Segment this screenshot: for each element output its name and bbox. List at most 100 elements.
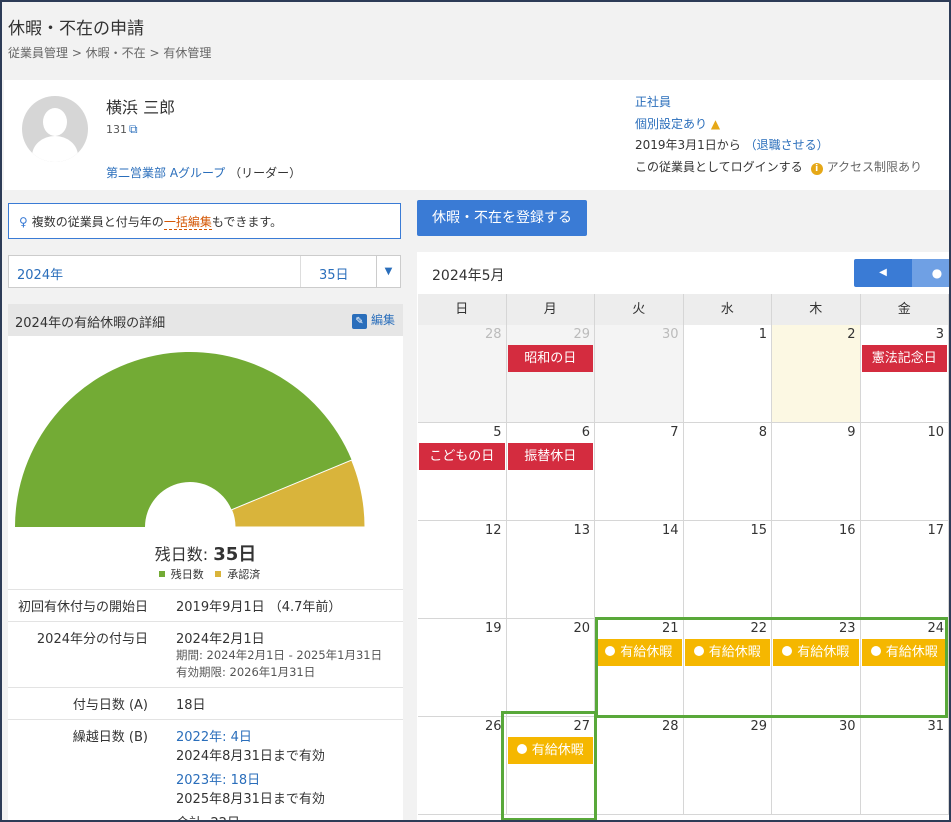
- calendar-day-cell[interactable]: 9: [772, 423, 861, 521]
- employee-department: 第二営業部 Aグループ （リーダー）: [106, 164, 301, 181]
- breadcrumb[interactable]: 従業員管理 > 休暇・不在 > 有休管理: [8, 44, 211, 61]
- year-selector[interactable]: 2024年 35日 ▼: [8, 255, 401, 288]
- custom-setting-link[interactable]: 個別設定あり: [635, 117, 707, 131]
- carry-2023-link[interactable]: 2023年: 18日: [176, 769, 403, 788]
- paid-leave-event[interactable]: 有給休暇: [684, 639, 770, 666]
- day-number: 17: [927, 523, 944, 538]
- calendar-day-cell[interactable]: 24 有給休暇: [860, 619, 949, 717]
- grant-date-label: 2024年分の付与日: [8, 621, 176, 688]
- calendar-day-cell[interactable]: 30: [595, 325, 684, 423]
- day-number: 2: [847, 327, 856, 342]
- edit-button[interactable]: ✎ 編集: [351, 311, 395, 329]
- avatar-head-shape: [43, 108, 67, 136]
- register-leave-button[interactable]: 休暇・不在を登録する: [417, 200, 587, 236]
- calendar-day-cell[interactable]: 23 有給休暇: [772, 619, 861, 717]
- holiday-event[interactable]: 振替休日: [507, 443, 593, 470]
- carry-days-label: 繰越日数 (B): [8, 719, 176, 820]
- paid-leave-event[interactable]: 有給休暇: [507, 737, 593, 764]
- paid-leave-event[interactable]: 有給休暇: [596, 639, 682, 666]
- weekday-header: 金: [860, 294, 949, 325]
- carry-2022-link[interactable]: 2022年: 4日: [176, 726, 403, 745]
- day-number: 20: [573, 621, 590, 636]
- day-number: 3: [935, 327, 944, 342]
- calendar-day-cell[interactable]: 13: [506, 521, 595, 619]
- paid-leave-event[interactable]: 有給休暇: [861, 639, 947, 666]
- calendar-day-cell[interactable]: 22 有給休暇: [683, 619, 772, 717]
- calendar-day-cell[interactable]: 15: [683, 521, 772, 619]
- calendar-day-cell[interactable]: 2: [772, 325, 861, 423]
- status-dot-icon: [870, 646, 881, 656]
- avatar: [22, 96, 88, 162]
- day-number: 21: [661, 621, 679, 636]
- day-number: 28: [661, 719, 679, 734]
- carry-days-cell: 2022年: 4日 2024年8月31日まで有効 2023年: 18日 2025…: [176, 719, 403, 820]
- table-row: 付与日数 (A) 18日: [8, 687, 403, 720]
- employee-id: 131 ⧉: [106, 122, 138, 137]
- calendar-day-cell[interactable]: 5 こどもの日: [418, 423, 507, 521]
- employee-role: （リーダー）: [229, 166, 302, 180]
- chevron-down-icon[interactable]: ▼: [376, 256, 400, 287]
- weekday-header: 火: [595, 294, 684, 325]
- bulk-edit-link[interactable]: 一括編集: [163, 215, 212, 230]
- day-number: 29: [573, 327, 590, 342]
- employee-id-value: 131: [106, 123, 127, 136]
- calendar-day-cell[interactable]: 10: [860, 423, 949, 521]
- calendar-day-cell[interactable]: 14: [595, 521, 684, 619]
- calendar-day-cell[interactable]: 30: [772, 717, 861, 815]
- holiday-event[interactable]: 昭和の日: [507, 345, 593, 372]
- lightbulb-icon: ♀: [19, 215, 28, 229]
- calendar-day-cell[interactable]: 27 有給休暇: [506, 717, 595, 815]
- calendar-day-cell[interactable]: 12: [418, 521, 507, 619]
- day-number: 19: [484, 621, 502, 636]
- edit-label: 編集: [370, 313, 395, 327]
- paid-leave-event[interactable]: 有給休暇: [773, 639, 859, 666]
- day-number: 30: [661, 327, 679, 342]
- calendar-day-cell[interactable]: 8: [683, 423, 772, 521]
- circle-icon: ●: [931, 266, 943, 280]
- holiday-event[interactable]: 憲法記念日: [861, 345, 947, 372]
- calendar-day-cell[interactable]: 28: [418, 325, 507, 423]
- remaining-label: 残日数:: [154, 545, 209, 564]
- chevron-left-icon: ◀: [879, 267, 887, 278]
- department-link[interactable]: 第二営業部 Aグループ: [106, 166, 225, 180]
- legend-remaining-swatch: [158, 571, 165, 577]
- calendar-day-cell[interactable]: 3 憲法記念日: [860, 325, 949, 423]
- calendar-day-cell[interactable]: 29 昭和の日: [506, 325, 595, 423]
- calendar-month-title: 2024年5月: [432, 268, 505, 284]
- login-as-link[interactable]: この従業員としてログインする: [635, 160, 803, 174]
- day-number: 7: [670, 425, 679, 440]
- calendar-day-cell[interactable]: 16: [772, 521, 861, 619]
- calendar-day-cell[interactable]: 26: [418, 717, 507, 815]
- calendar-day-cell[interactable]: 7: [595, 423, 684, 521]
- grant-date-value: 2024年2月1日: [176, 632, 265, 647]
- day-number: 14: [661, 523, 679, 538]
- access-limit-text: アクセス制限あり: [826, 159, 923, 174]
- calendar-day-cell[interactable]: 28: [595, 717, 684, 815]
- day-number: 26: [484, 719, 502, 734]
- day-number: 23: [838, 621, 856, 636]
- calendar-day-cell[interactable]: 29: [683, 717, 772, 815]
- event-label: 有給休暇: [797, 645, 850, 660]
- next-month-button[interactable]: ●: [912, 259, 949, 287]
- retire-link[interactable]: （退職させる）: [745, 138, 829, 152]
- calendar-day-cell[interactable]: 31: [860, 717, 949, 815]
- tip-suffix: もできます。: [211, 215, 283, 229]
- calendar-day-cell[interactable]: 20: [506, 619, 595, 717]
- calendar-day-cell[interactable]: 6 振替休日: [506, 423, 595, 521]
- event-label: 有給休暇: [708, 645, 761, 660]
- employee-type-link[interactable]: 正社員: [635, 95, 671, 109]
- avatar-body-shape: [32, 136, 78, 162]
- legend-remaining-label: 残日数: [170, 568, 204, 581]
- calendar-day-cell[interactable]: 19: [418, 619, 507, 717]
- calendar-day-cell[interactable]: 21 有給休暇: [595, 619, 684, 717]
- employee-name: 横浜 三郎: [106, 98, 176, 117]
- day-number: 27: [573, 719, 590, 734]
- page-title: 休暇・不在の申請: [8, 19, 144, 39]
- holiday-event[interactable]: こどもの日: [419, 443, 505, 470]
- calendar-day-cell[interactable]: 17: [860, 521, 949, 619]
- copy-icon[interactable]: ⧉: [129, 122, 138, 136]
- status-dot-icon: [782, 646, 793, 656]
- start-date: 2019年3月1日から: [635, 138, 741, 152]
- calendar-day-cell[interactable]: 1: [683, 325, 772, 423]
- prev-month-button[interactable]: ◀: [854, 259, 912, 287]
